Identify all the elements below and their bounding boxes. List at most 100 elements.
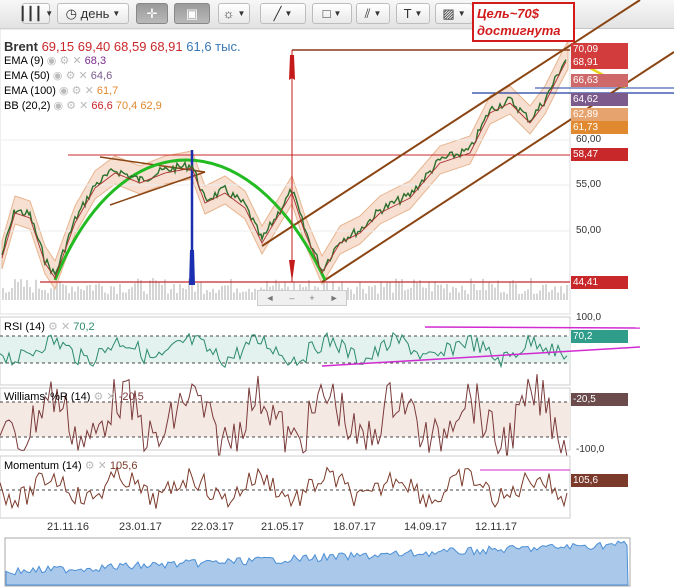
volume-bar (41, 290, 43, 300)
williams-bottom-tick: -100,0 (576, 444, 605, 455)
open-value: 69,15 (41, 39, 75, 54)
ema9-value: 68,3 (84, 55, 107, 67)
volume-bar (425, 287, 427, 300)
williams-label: Williams' %R (14) (4, 391, 91, 403)
volume-bar (119, 284, 121, 300)
williams-legend[interactable]: Williams' %R (14) ⚙ ✕ -20,5 (4, 390, 144, 403)
x-tick-6: 14.09.17 (404, 521, 447, 533)
volume-bar (104, 292, 106, 300)
volume-bar (479, 290, 481, 300)
volume-bar (110, 286, 112, 300)
ema50-legend[interactable]: EMA (50) ◉ ⚙ ✕ 64,6 (4, 69, 112, 82)
price-tag-7: 58,47 (571, 148, 628, 161)
volume-bar (152, 278, 154, 300)
volume-bar (437, 284, 439, 300)
volume-bar (350, 289, 352, 300)
volume-bar (32, 292, 34, 300)
volume-bar (29, 286, 31, 300)
volume-bar (515, 283, 517, 300)
ema9-label: EMA (9) (4, 55, 44, 67)
volume-bar (410, 287, 412, 300)
symbol-label: Brent (4, 39, 38, 54)
volume-bar (176, 292, 178, 300)
bb-label: BB (20,2) (4, 100, 51, 112)
volume-bar (377, 293, 379, 300)
volume-bar (128, 289, 130, 300)
x-tick-5: 18.07.17 (333, 521, 376, 533)
volume-bar (533, 293, 535, 300)
volume-bar (227, 285, 229, 300)
volume-bar (182, 288, 184, 300)
scroll-left-button[interactable]: ◄ (265, 293, 274, 303)
williams-value: -20,5 (118, 391, 144, 403)
volume-bar (161, 284, 163, 300)
volume-bar (113, 286, 115, 300)
rsi-legend[interactable]: RSI (14) ⚙ ✕ 70,2 (4, 320, 95, 333)
volume-bar (494, 287, 496, 300)
volume-bar (83, 290, 85, 300)
volume-bar (98, 283, 100, 300)
x-tick-3: 22.03.17 (191, 521, 234, 533)
volume-bar (191, 284, 193, 300)
rsi-value: 70,2 (73, 321, 95, 333)
volume-bar (116, 293, 118, 300)
momentum-legend[interactable]: Momentum (14) ⚙ ✕ 105,6 (4, 459, 137, 472)
callout-line1: Цель~70$ (477, 6, 539, 21)
volume-bar (44, 290, 46, 300)
volume-bar (365, 293, 367, 300)
volume-bar (179, 283, 181, 300)
volume-bar (92, 290, 94, 300)
volume-bar (434, 281, 436, 300)
tick-55: 55,00 (576, 179, 602, 190)
bb-legend[interactable]: BB (20,2) ◉ ⚙ ✕ 66,6 70,4 62,9 (4, 99, 162, 112)
volume-bar (17, 281, 19, 300)
volume-bar (74, 291, 76, 300)
volume-bar (89, 284, 91, 300)
volume-bar (473, 284, 475, 300)
volume-bar (497, 280, 499, 300)
volume-bar (206, 290, 208, 300)
ema9-legend[interactable]: EMA (9) ◉ ⚙ ✕ 68,3 (4, 54, 106, 67)
target-callout: Цель~70$ достигнута (472, 2, 575, 42)
volume-bar (371, 286, 373, 300)
volume-bar (419, 280, 421, 300)
volume-bar (530, 278, 532, 300)
zoom-in-button[interactable]: + (309, 293, 314, 303)
scroll-right-button[interactable]: ► (330, 293, 339, 303)
momentum-value: 105,6 (109, 460, 138, 472)
volume-bar (221, 286, 223, 300)
price-tag-1: 70,09 (571, 43, 628, 56)
volume-bar (560, 286, 562, 300)
volume-bar (68, 293, 70, 300)
volume-bar (101, 286, 103, 300)
volume-bar (239, 292, 241, 300)
volume-bar (80, 289, 82, 300)
volume-bar (362, 288, 364, 300)
volume-bar (524, 291, 526, 300)
volume-bar (23, 286, 25, 300)
rsi-trend-top (424, 326, 641, 329)
volume-bar (467, 293, 469, 300)
ema50-label: EMA (50) (4, 70, 50, 82)
volume-bar (167, 293, 169, 300)
volume-bar (233, 292, 235, 300)
volume-bar (251, 292, 253, 300)
low-value: 68,59 (113, 39, 147, 54)
volume-bar (542, 284, 544, 300)
volume-bar (155, 280, 157, 300)
volume-bar (449, 292, 451, 300)
volume-bar (476, 290, 478, 300)
volume-bar (503, 291, 505, 300)
volume-bar (14, 279, 16, 300)
volume-bar (131, 287, 133, 300)
volume-bar (536, 293, 538, 300)
volume-bar (485, 290, 487, 300)
volume-bar (134, 283, 136, 300)
volume-bar (158, 281, 160, 300)
volume-bar (458, 292, 460, 300)
volume-bar (200, 282, 202, 300)
volume-bar (518, 293, 520, 300)
zoom-out-button[interactable]: – (289, 293, 294, 303)
ema100-legend[interactable]: EMA (100) ◉ ⚙ ✕ 61,7 (4, 84, 118, 97)
volume-bar (551, 289, 553, 300)
